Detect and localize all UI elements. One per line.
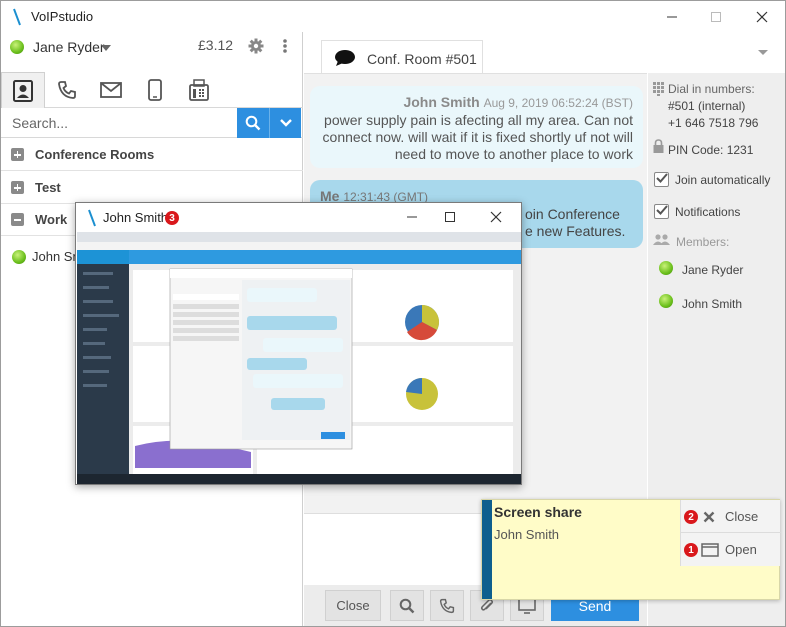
- close-icon: [703, 511, 715, 523]
- online-status-icon: [659, 261, 673, 275]
- member-name[interactable]: John Smith: [682, 297, 742, 311]
- envelope-icon: [100, 82, 122, 98]
- preview-maximize-button[interactable]: [432, 203, 468, 231]
- step-badge: 1: [684, 543, 698, 557]
- preview-minimize-button[interactable]: [394, 203, 430, 231]
- group-test[interactable]: Test: [1, 172, 303, 204]
- minimize-button[interactable]: [649, 1, 695, 32]
- gear-icon[interactable]: [248, 38, 264, 54]
- checkmark-icon: [656, 173, 668, 183]
- maximize-icon: [445, 212, 455, 222]
- chat-bubble-icon: [335, 50, 355, 66]
- tab-contacts[interactable]: [1, 72, 45, 108]
- notification-open-label: Open: [725, 542, 757, 557]
- shared-screen-image: [77, 232, 521, 484]
- online-status-icon: [10, 40, 24, 54]
- preview-title: John Smith: [103, 210, 169, 225]
- search-chat-button[interactable]: [390, 590, 424, 621]
- shared-screen-thumbnail: [77, 232, 521, 484]
- notification-close-label: Close: [725, 509, 759, 524]
- online-status-icon: [12, 250, 26, 264]
- maximize-button[interactable]: [693, 1, 739, 32]
- search-row: [1, 108, 303, 138]
- expand-icon: [11, 148, 24, 161]
- contacts-icon: [13, 79, 33, 102]
- close-icon: [490, 211, 502, 223]
- call-button[interactable]: [430, 590, 464, 621]
- members-label: Members:: [676, 235, 730, 249]
- message-bubble: John Smith Aug 9, 2019 06:52:24 (BST) po…: [310, 86, 643, 168]
- member-name[interactable]: Jane Ryder: [682, 263, 743, 277]
- join-automatically-checkbox[interactable]: [654, 172, 669, 187]
- dial-in-external: +1 646 7518 796: [668, 116, 759, 130]
- window-icon: [701, 543, 719, 557]
- notifications-label: Notifications: [675, 205, 741, 219]
- pin-code: PIN Code: 1231: [668, 143, 754, 157]
- dial-in-label: Dial in numbers:: [668, 82, 755, 96]
- fax-icon: [189, 79, 209, 101]
- online-status-icon: [659, 294, 673, 308]
- close-window-button[interactable]: [739, 1, 785, 32]
- notification-close-button[interactable]: 2 Close: [681, 500, 781, 533]
- notification-title: Screen share: [494, 504, 582, 520]
- user-name[interactable]: Jane Ryder: [33, 39, 105, 55]
- tab-mobile[interactable]: [133, 72, 177, 108]
- user-bar: Jane Ryder £3.12: [1, 32, 303, 62]
- close-icon: [756, 11, 768, 22]
- notifications-checkbox[interactable]: [654, 204, 669, 219]
- group-label: Work: [35, 212, 68, 227]
- notification-accent-bar: [482, 500, 492, 599]
- message-author: John Smith: [403, 94, 480, 110]
- more-vertical-icon[interactable]: [282, 38, 288, 54]
- phone-icon: [439, 598, 455, 613]
- group-label: Test: [35, 180, 61, 195]
- group-label: Conference Rooms: [35, 147, 155, 162]
- caret-down-icon[interactable]: [757, 49, 769, 57]
- close-chat-button[interactable]: Close: [325, 590, 381, 621]
- join-automatically-label: Join automatically: [675, 173, 771, 187]
- step-badge: 3: [165, 211, 179, 225]
- chevron-down-icon: [279, 119, 292, 127]
- search-options-button[interactable]: [269, 108, 301, 138]
- voipstudio-logo-icon: [88, 209, 96, 227]
- members-icon: [653, 234, 670, 245]
- tab-fax[interactable]: [177, 72, 221, 108]
- dial-in-internal: #501 (internal): [668, 99, 746, 113]
- preview-close-button[interactable]: [478, 203, 514, 231]
- notification-subtitle: John Smith: [494, 527, 560, 542]
- minimize-icon: [407, 216, 417, 218]
- step-badge: 2: [684, 510, 698, 524]
- checkmark-icon: [656, 205, 668, 215]
- title-bar: VoIPstudio: [1, 1, 785, 32]
- user-menu-caret-icon[interactable]: [101, 45, 111, 51]
- app-title: VoIPstudio: [31, 9, 94, 24]
- phone-keypad-icon: [653, 82, 664, 96]
- chat-tab-label: Conf. Room #501: [367, 51, 477, 67]
- voipstudio-logo-icon: [13, 8, 21, 26]
- notification-open-button[interactable]: 1 Open: [681, 533, 781, 566]
- phone-icon: [58, 81, 76, 99]
- search-input[interactable]: [4, 110, 234, 136]
- minimize-icon: [667, 16, 677, 17]
- maximize-icon: [711, 11, 721, 22]
- left-tabs: [1, 72, 303, 108]
- search-icon: [399, 598, 415, 613]
- app-window: VoIPstudio Jane Ryder £3.12 Search... Co…: [0, 0, 786, 627]
- message-time: Aug 9, 2019 06:52:24 (BST): [483, 96, 633, 110]
- search-icon: [245, 115, 261, 131]
- account-balance: £3.12: [198, 37, 234, 53]
- lock-icon: [653, 139, 664, 153]
- search-button[interactable]: [237, 108, 269, 138]
- message-text: power supply pain is afecting all my are…: [322, 112, 633, 162]
- tab-conf-room[interactable]: Conf. Room #501: [321, 40, 483, 76]
- notification-actions: 2 Close 1 Open: [680, 500, 781, 566]
- tab-messages[interactable]: [89, 72, 133, 108]
- screen-share-notification: Screen share John Smith 2 Close 1 Open: [481, 499, 781, 600]
- tab-calls[interactable]: [45, 72, 89, 108]
- screen-share-preview-window[interactable]: John Smith 3: [75, 202, 522, 485]
- expand-icon: [11, 181, 24, 194]
- group-conference-rooms[interactable]: Conference Rooms: [1, 139, 303, 171]
- collapse-icon: [11, 213, 24, 226]
- mobile-phone-icon: [148, 79, 162, 101]
